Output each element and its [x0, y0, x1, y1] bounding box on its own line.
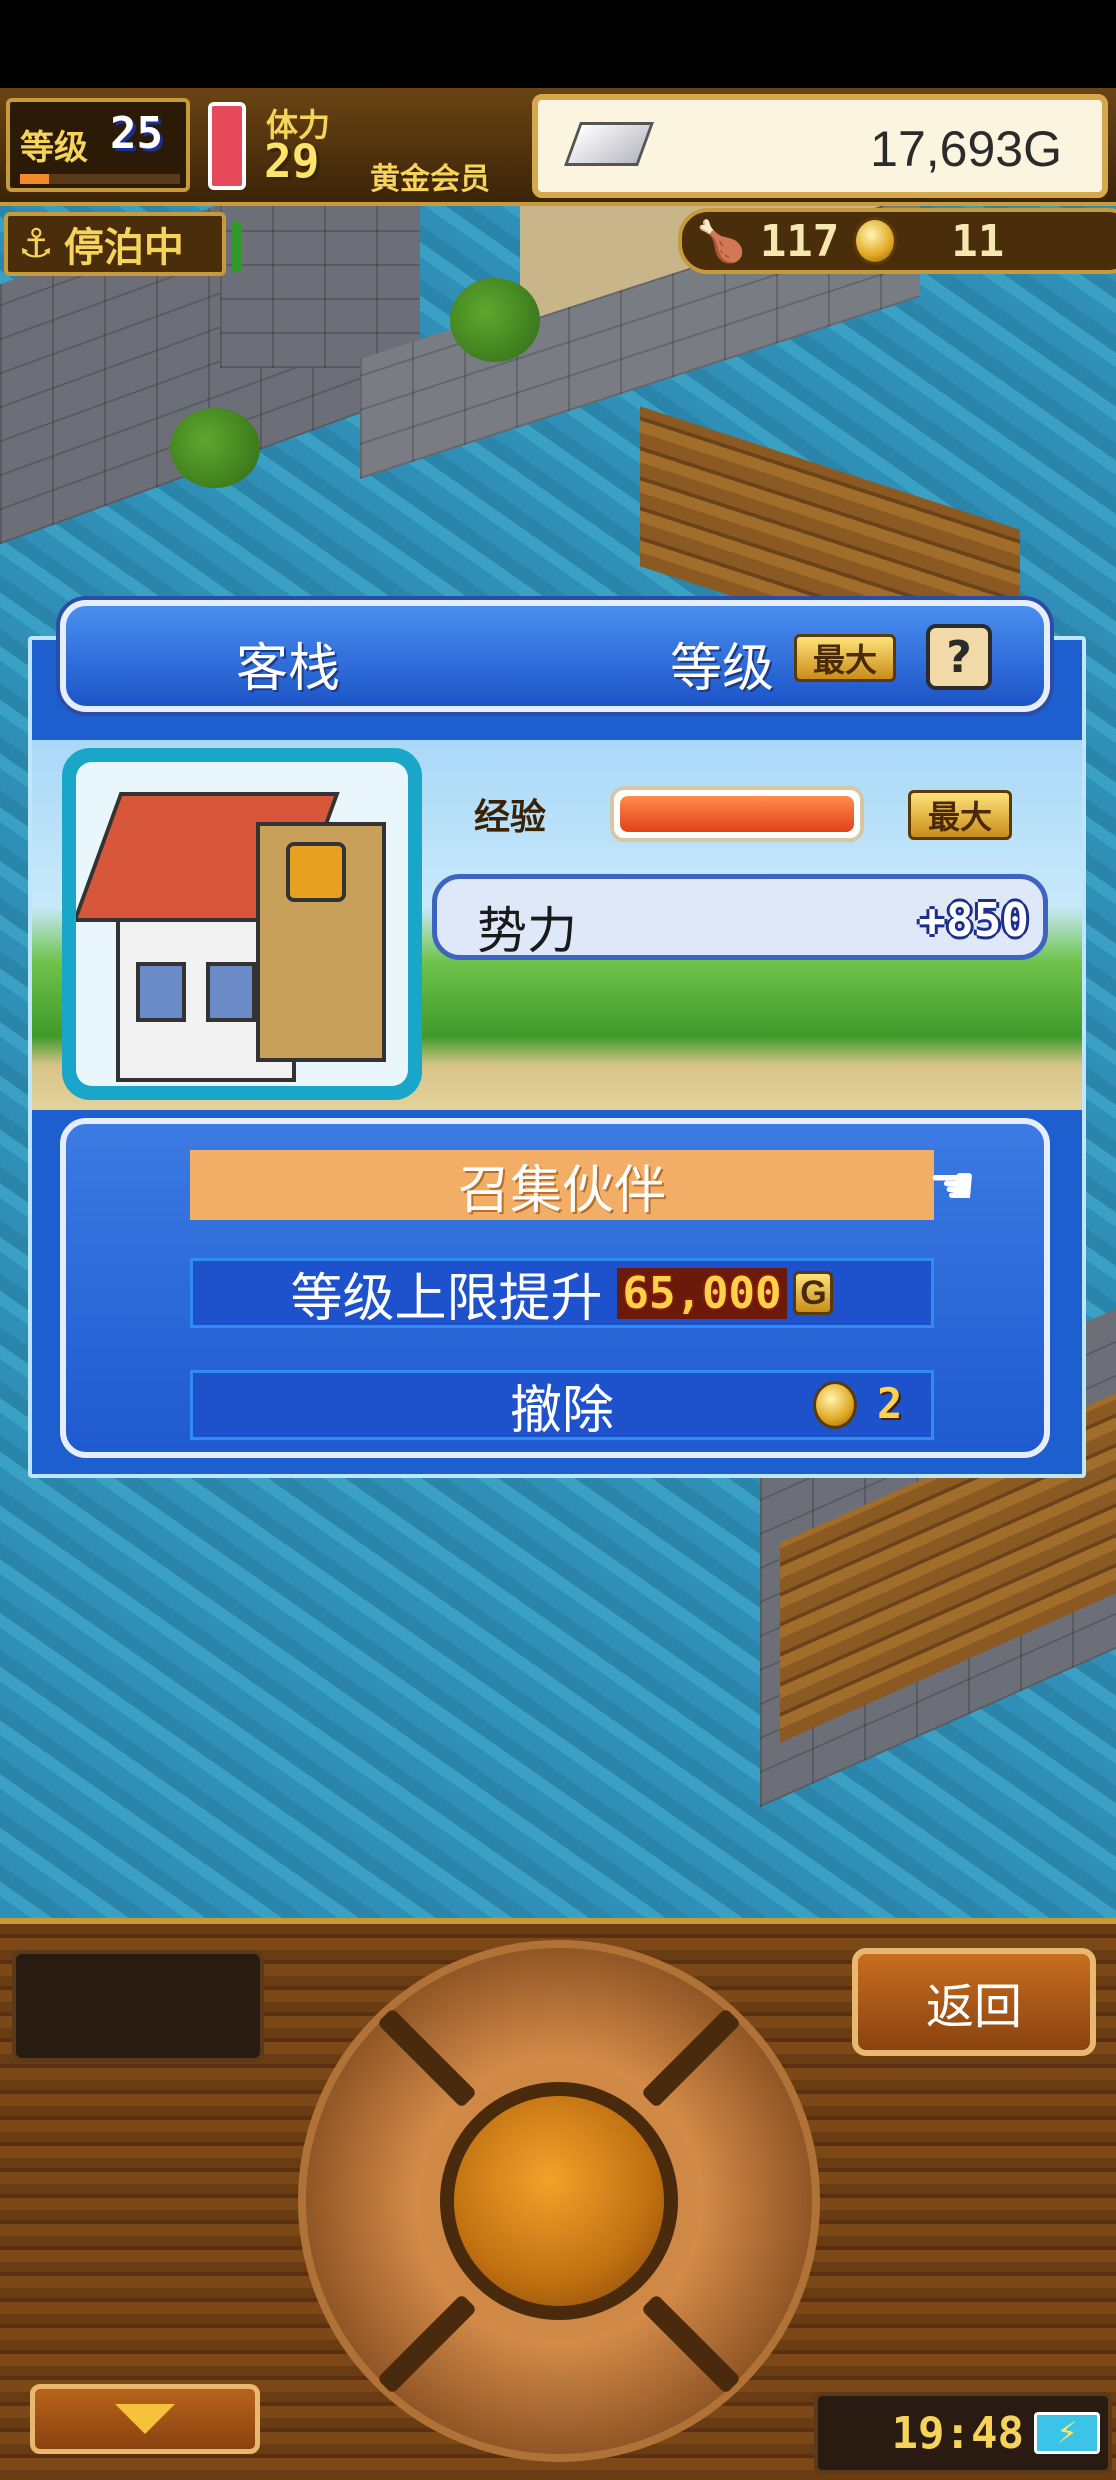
membership-label: 黄金会员 — [370, 162, 490, 197]
inn-window — [136, 962, 186, 1022]
remove-label: 撤除 — [509, 1381, 614, 1440]
power-value: +850 — [918, 893, 1029, 947]
scroll-down-button[interactable] — [30, 2384, 260, 2454]
level-box: 等级 25 — [6, 98, 190, 192]
level-progress — [20, 174, 180, 184]
gold-value: 17,693G — [870, 121, 1062, 177]
coin-icon — [813, 1381, 857, 1429]
exp-label: 经验 — [474, 797, 547, 838]
resource-strip: 🍗 117 11 — [678, 208, 1116, 274]
moored-label: 停泊中 — [63, 225, 184, 271]
dpad-divider — [376, 2007, 478, 2109]
status-indicator — [232, 222, 242, 272]
upgrade-label: 等级上限提升 — [290, 1269, 603, 1328]
level-label: 等级 — [20, 128, 88, 168]
gold-panel: 17,693G — [532, 94, 1108, 198]
gold-currency-icon: G — [793, 1271, 834, 1315]
clock-panel: 19:48 ⚡ — [814, 2392, 1112, 2474]
clock-time: 19:48 — [891, 2407, 1024, 2459]
coin-icon — [853, 217, 898, 265]
chevron-down-icon — [115, 2404, 175, 2434]
mini-display — [12, 1950, 264, 2062]
top-hud: 等级 25 体力 29 黄金会员 17,693G — [0, 88, 1116, 206]
inn-window — [206, 962, 256, 1022]
power-row: 势力 +850 — [432, 874, 1048, 960]
dpad-divider — [640, 2007, 742, 2109]
bush — [450, 278, 540, 362]
silver-bar-icon — [563, 122, 655, 166]
inn-building-icon — [76, 762, 408, 1086]
recruit-partner-button[interactable]: 召集伙伴 — [190, 1150, 934, 1220]
stamina-value: 29 — [264, 134, 320, 188]
food-icon: 🍗 — [696, 218, 746, 265]
bush — [170, 408, 260, 488]
battery-charging-icon: ⚡ — [1034, 2412, 1100, 2454]
max-level-badge: 最大 — [794, 634, 896, 682]
raise-level-cap-button[interactable]: 等级上限提升 65,000 G — [190, 1258, 934, 1328]
dpad-divider — [640, 2293, 742, 2395]
moored-status: ⚓ 停泊中 — [4, 212, 226, 276]
coin-count: 11 — [951, 215, 1005, 267]
pointing-hand-icon: ☚ — [928, 1154, 977, 1217]
action-panel: 召集伙伴 ☚ 等级上限提升 65,000 G 撤除 2 — [60, 1118, 1050, 1458]
power-label: 势力 — [477, 903, 577, 959]
dpad-divider — [376, 2293, 478, 2395]
food-count: 117 — [759, 215, 840, 267]
anchor-icon: ⚓ — [18, 221, 54, 267]
building-name: 客栈 — [236, 640, 341, 698]
dialog-title-bar: 客栈 等级 最大 ? — [60, 600, 1050, 712]
level-label: 等级 — [670, 640, 775, 698]
level-value: 25 — [110, 108, 163, 159]
mug-sign-icon — [286, 842, 346, 902]
max-exp-badge: 最大 — [908, 790, 1012, 840]
upgrade-cost: 65,000 — [616, 1267, 788, 1319]
recruit-label: 召集伙伴 — [457, 1161, 666, 1220]
exp-bar — [610, 786, 864, 842]
back-button[interactable]: 返回 — [852, 1948, 1096, 2056]
exp-bar-fill — [620, 796, 854, 832]
help-button[interactable]: ? — [926, 624, 992, 690]
building-portrait-frame — [62, 748, 422, 1100]
dpad-center-button[interactable] — [440, 2082, 678, 2320]
health-bar — [208, 102, 246, 190]
remove-cost: 2 — [877, 1379, 903, 1428]
remove-building-button[interactable]: 撤除 2 — [190, 1370, 934, 1440]
